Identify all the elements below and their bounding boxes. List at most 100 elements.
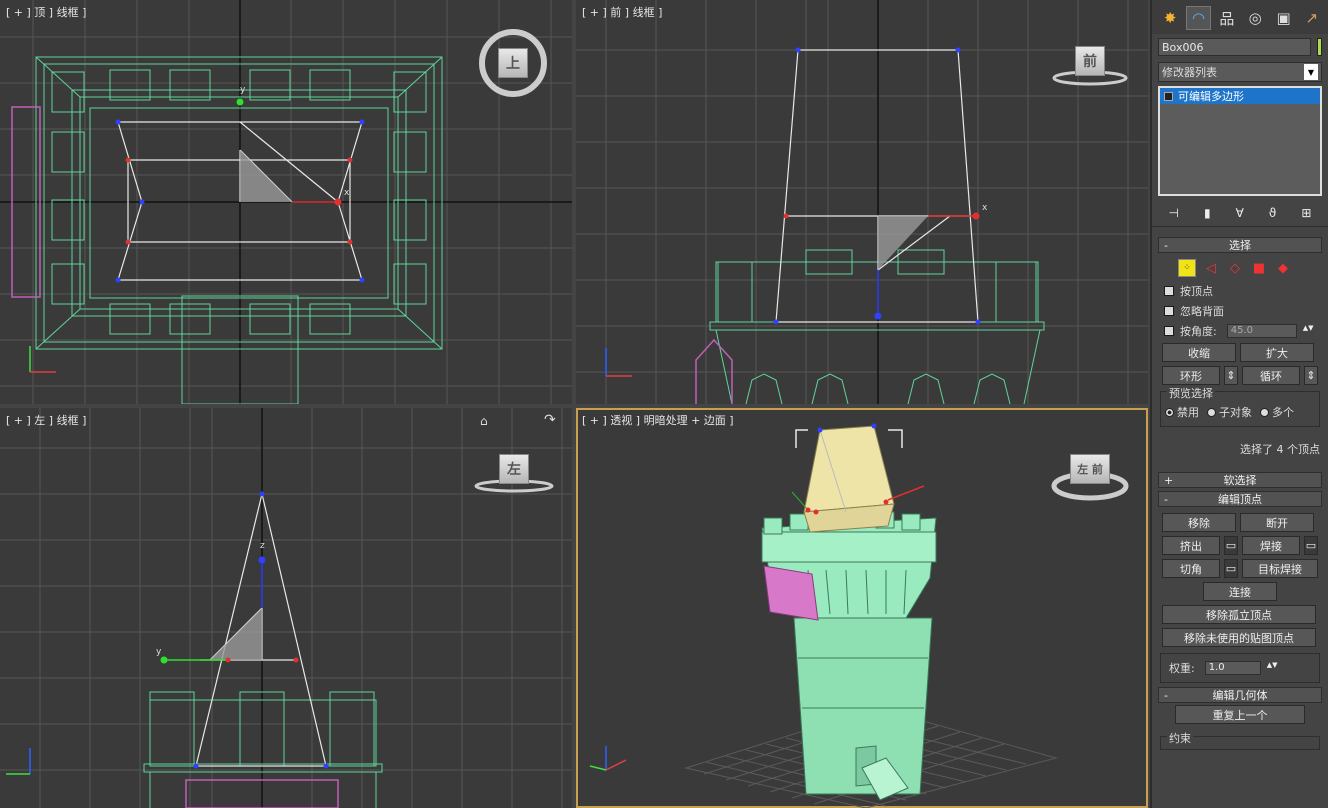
chevron-down-icon[interactable]: ▼	[1304, 64, 1318, 80]
group-label: 预览选择	[1167, 385, 1215, 401]
checkbox-label: 按顶点	[1180, 285, 1213, 298]
viewcube-face[interactable]: 左	[499, 454, 529, 484]
rollout-selection[interactable]: - 选择	[1158, 237, 1322, 253]
chamfer-settings-button[interactable]: ▭	[1224, 559, 1238, 578]
rollout-edit-vertices[interactable]: - 编辑顶点	[1158, 491, 1322, 507]
group-label: 约束	[1167, 730, 1193, 746]
checkbox-label: 按角度:	[1180, 325, 1217, 338]
by-angle-checkbox[interactable]: 按角度: 45.0 ▲▼	[1152, 321, 1328, 341]
make-unique-icon[interactable]: ∀	[1236, 206, 1244, 220]
angle-spinner[interactable]: 45.0	[1226, 324, 1297, 338]
viewcube[interactable]: 前	[1052, 40, 1128, 90]
loop-spinner[interactable]: ⇕	[1304, 366, 1318, 385]
collapse-icon: -	[1164, 688, 1168, 702]
remove-isolated-button[interactable]: 移除孤立顶点	[1162, 605, 1316, 624]
rollout-soft-selection[interactable]: + 软选择	[1158, 472, 1322, 488]
extrude-settings-button[interactable]: ▭	[1224, 536, 1238, 555]
object-color-swatch[interactable]	[1317, 38, 1322, 56]
remove-isolated-row: 移除孤立顶点	[1152, 603, 1328, 626]
rollout-title: 选择	[1229, 239, 1251, 252]
radio-label: 子对象	[1219, 406, 1252, 419]
orbit-icon[interactable]: ↷	[544, 412, 556, 428]
stack-item-label: 可编辑多边形	[1178, 90, 1244, 103]
create-icon[interactable]: ✸	[1158, 6, 1182, 30]
viewport-perspective[interactable]: [ + ] 透视 ] 明暗处理 + 边面 ] 左 前	[576, 408, 1148, 808]
viewcube-face[interactable]: 上	[498, 48, 528, 78]
break-button[interactable]: 断开	[1240, 513, 1314, 532]
display-icon[interactable]: ▣	[1271, 6, 1295, 30]
checkbox[interactable]	[1164, 306, 1174, 316]
home-icon[interactable]: ⌂	[480, 414, 488, 428]
ignore-backface-checkbox[interactable]: 忽略背面	[1152, 301, 1328, 321]
by-vertex-checkbox[interactable]: 按顶点	[1152, 281, 1328, 301]
pin-stack-icon[interactable]: ⊣	[1169, 206, 1179, 220]
viewport-left[interactable]: [ + ] 左 ] 线框 ] y z 左 ⌂ ↷	[0, 408, 572, 808]
viewport-label[interactable]: [ + ] 左 ] 线框 ]	[6, 412, 86, 428]
connect-button[interactable]: 连接	[1203, 582, 1277, 601]
preview-subobject-radio[interactable]: 子对象	[1207, 404, 1252, 420]
viewport-front[interactable]: [ + ] 前 ] 线框 ] x 前	[576, 0, 1148, 404]
viewcube-face[interactable]: 前	[1075, 46, 1105, 76]
tower-body	[761, 511, 937, 801]
vertex-icon[interactable]: ⁘	[1178, 259, 1196, 277]
checkbox[interactable]	[1164, 326, 1174, 336]
modifier-stack[interactable]: 可编辑多边形	[1158, 86, 1322, 196]
radio-dot[interactable]	[1165, 407, 1174, 417]
motion-icon[interactable]: ◎	[1243, 6, 1267, 30]
checkbox-label: 忽略背面	[1180, 305, 1224, 318]
remove-unused-map-verts-button[interactable]: 移除未使用的贴图顶点	[1162, 628, 1316, 647]
stack-toolbar: ⊣ ▮ ∀ ϑ ⊞	[1152, 200, 1328, 227]
modifier-list-dropdown[interactable]: 修改器列表 ▼	[1158, 62, 1322, 82]
hierarchy-icon[interactable]: 品	[1215, 6, 1239, 30]
ring-spinner[interactable]: ⇕	[1224, 366, 1238, 385]
extrude-button[interactable]: 挤出	[1162, 536, 1220, 555]
polygon-icon[interactable]: ■	[1250, 259, 1268, 277]
viewcube[interactable]: 上	[478, 28, 548, 98]
radio-dot[interactable]	[1260, 407, 1269, 417]
connect-row: 连接	[1152, 580, 1328, 603]
edge-icon[interactable]: ◁	[1202, 259, 1220, 277]
weld-settings-button[interactable]: ▭	[1304, 536, 1318, 555]
preview-multi-radio[interactable]: 多个	[1260, 404, 1294, 420]
viewcube[interactable]: 左 前	[1050, 442, 1130, 502]
rollout-title: 编辑几何体	[1212, 689, 1268, 702]
checkbox[interactable]	[1164, 286, 1174, 296]
preview-off-radio[interactable]: 禁用	[1165, 404, 1199, 420]
viewcube[interactable]: 左	[474, 448, 554, 494]
remove-button[interactable]: 移除	[1162, 513, 1236, 532]
svg-text:z: z	[260, 541, 265, 551]
show-end-result-icon[interactable]: ▮	[1204, 206, 1211, 220]
repeat-last-button[interactable]: 重复上一个	[1175, 705, 1305, 724]
svg-text:y: y	[156, 647, 162, 657]
object-name-field[interactable]	[1158, 38, 1311, 56]
element-icon[interactable]: ◆	[1274, 259, 1292, 277]
loop-button[interactable]: 循环	[1242, 366, 1300, 385]
modify-icon[interactable]: ◠	[1186, 6, 1211, 30]
viewport-label[interactable]: [ + ] 顶 ] 线框 ]	[6, 4, 86, 20]
viewport-top[interactable]: [ + ] 顶 ] 线框 ] y x 上	[0, 0, 572, 404]
svg-text:y: y	[240, 85, 246, 95]
ring-button[interactable]: 环形	[1162, 366, 1220, 385]
weight-spinner[interactable]: 1.0	[1204, 661, 1261, 675]
target-weld-button[interactable]: 目标焊接	[1242, 559, 1318, 578]
viewport-label[interactable]: [ + ] 透视 ] 明暗处理 + 边面 ]	[582, 412, 734, 428]
remove-modifier-icon[interactable]: ϑ	[1269, 206, 1276, 220]
chamfer-button[interactable]: 切角	[1162, 559, 1220, 578]
svg-text:x: x	[982, 203, 988, 213]
rollout-title: 编辑顶点	[1218, 493, 1262, 506]
shrink-button[interactable]: 收缩	[1162, 343, 1236, 362]
spinner-arrows-icon[interactable]: ▲▼	[1267, 661, 1278, 675]
viewport-label[interactable]: [ + ] 前 ] 线框 ]	[582, 4, 662, 20]
stack-item-editable-poly[interactable]: 可编辑多边形	[1160, 88, 1320, 104]
shrink-grow-row: 收缩 扩大	[1152, 341, 1328, 364]
spinner-arrows-icon[interactable]: ▲▼	[1303, 324, 1314, 338]
radio-dot[interactable]	[1207, 407, 1216, 417]
viewcube-face[interactable]: 左 前	[1070, 454, 1110, 484]
weld-button[interactable]: 焊接	[1242, 536, 1300, 555]
utilities-icon[interactable]: ↗	[1300, 6, 1324, 30]
rollout-title: 软选择	[1223, 474, 1257, 487]
configure-modifier-sets-icon[interactable]: ⊞	[1301, 206, 1311, 220]
rollout-edit-geometry[interactable]: - 编辑几何体	[1158, 687, 1322, 703]
grow-button[interactable]: 扩大	[1240, 343, 1314, 362]
border-icon[interactable]: ◇	[1226, 259, 1244, 277]
